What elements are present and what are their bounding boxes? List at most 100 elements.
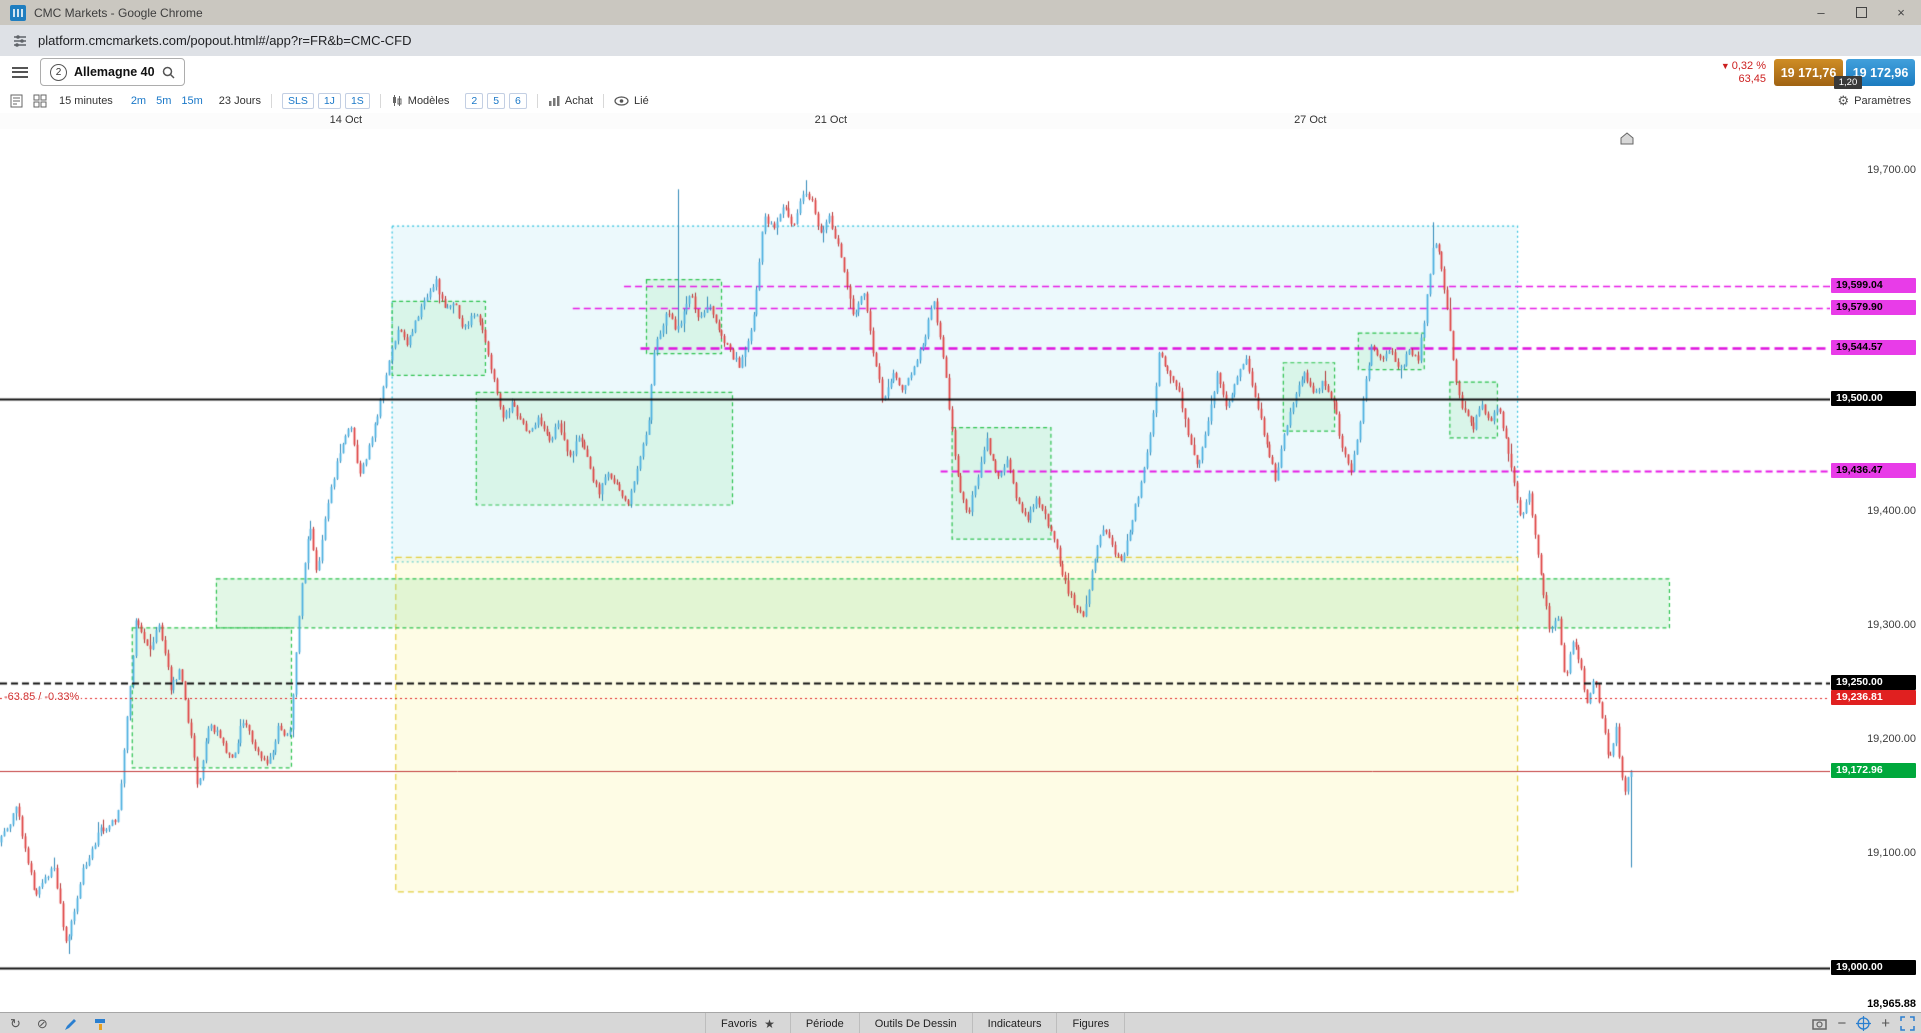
divider bbox=[536, 93, 538, 108]
settings-label: Paramètres bbox=[1854, 94, 1911, 107]
pencil-icon[interactable] bbox=[64, 1017, 78, 1031]
menu-icon[interactable] bbox=[12, 64, 28, 80]
date-tick-label: 21 Oct bbox=[814, 114, 848, 126]
date-tick-label: 14 Oct bbox=[329, 114, 363, 126]
model-slot-5[interactable]: 5 bbox=[487, 92, 506, 109]
candlestick-chart[interactable] bbox=[0, 129, 1830, 1012]
linked-button[interactable]: Lié bbox=[634, 95, 649, 107]
buy-mode-button[interactable]: Achat bbox=[565, 95, 593, 107]
tab-outils-label: Outils De Dessin bbox=[874, 1017, 957, 1030]
close-icon: × bbox=[1897, 5, 1905, 20]
chrome-window: CMC Markets - Google Chrome – × platform… bbox=[0, 0, 1921, 1033]
timeframe-5m[interactable]: 5m bbox=[156, 95, 171, 107]
price-line-label: 19,000.00 bbox=[1831, 959, 1916, 975]
star-icon: ★ bbox=[764, 1016, 775, 1031]
settings-button[interactable]: ⚙ Paramètres bbox=[1837, 94, 1911, 107]
price-line-label: 19,250.00 bbox=[1831, 675, 1916, 691]
url-text: platform.cmcmarkets.com/popout.html#/app… bbox=[38, 33, 412, 48]
timeframe-15m[interactable]: 15m bbox=[181, 95, 202, 107]
tab-indicateurs-label: Indicateurs bbox=[987, 1017, 1042, 1030]
window-titlebar: CMC Markets - Google Chrome – × bbox=[0, 0, 1921, 26]
timeframe-selector[interactable]: 15 minutes bbox=[59, 95, 113, 107]
price-tick: 19,100.00 bbox=[1867, 846, 1916, 859]
chart-area: 19,700.00 19,400.00 19,300.00 19,200.00 19,1… bbox=[0, 129, 1921, 1012]
price-line-label: 19,599.04 bbox=[1831, 277, 1916, 293]
tab-periode-label: Période bbox=[805, 1017, 844, 1030]
divider bbox=[270, 93, 272, 108]
timeframe-2m[interactable]: 2m bbox=[131, 95, 146, 107]
price-line-label: 19,172.96 bbox=[1831, 762, 1916, 778]
change-percent: 0,32 % bbox=[1731, 60, 1766, 72]
bottom-tab-bar: Favoris ★ Période Outils De Dessin Indic… bbox=[705, 1013, 1126, 1033]
crosshair-icon[interactable] bbox=[1856, 1016, 1872, 1031]
scale-button-1j[interactable]: 1J bbox=[317, 92, 341, 109]
columns-icon bbox=[548, 95, 560, 107]
session-change-label: -63.85 / -0.33% bbox=[2, 691, 82, 704]
window-title: CMC Markets - Google Chrome bbox=[34, 5, 203, 20]
home-icon[interactable] bbox=[1620, 132, 1634, 150]
layout-grid-icon[interactable] bbox=[33, 94, 47, 108]
screenshot-icon[interactable] bbox=[1812, 1017, 1828, 1030]
zoom-out-button[interactable]: − bbox=[1837, 1016, 1846, 1031]
cmc-favicon bbox=[10, 4, 26, 21]
price-line-label: 19,500.00 bbox=[1831, 390, 1916, 406]
format-painter-icon[interactable] bbox=[94, 1017, 108, 1031]
main-toolbar: 2 Allemagne 40 ▼ 0,32 % 63,45 19 171,76 1… bbox=[0, 56, 1921, 89]
refresh-icon[interactable]: ↻ bbox=[10, 1017, 21, 1030]
drawing-quick-tools: ↻ ⊘ bbox=[10, 1013, 108, 1033]
sell-button[interactable]: 19 171,76 bbox=[1774, 59, 1843, 86]
divider bbox=[379, 93, 381, 108]
instrument-name: Allemagne 40 bbox=[74, 65, 155, 79]
scale-button-sls[interactable]: SLS bbox=[281, 92, 314, 109]
close-button[interactable]: × bbox=[1881, 0, 1921, 25]
tab-count-badge: 2 bbox=[50, 63, 67, 81]
triangle-down-icon: ▼ bbox=[1720, 61, 1730, 71]
tab-figures[interactable]: Figures bbox=[1057, 1013, 1126, 1033]
tab-indicateurs[interactable]: Indicateurs bbox=[973, 1013, 1058, 1033]
tab-periode[interactable]: Période bbox=[791, 1013, 860, 1033]
spread-badge: 1,20 bbox=[1834, 76, 1862, 89]
search-icon[interactable] bbox=[162, 66, 175, 79]
chart-toolbar: 15 minutes 2m 5m 15m 23 Jours SLS 1J 1S … bbox=[0, 88, 1921, 114]
block-icon[interactable]: ⊘ bbox=[37, 1017, 48, 1030]
models-button[interactable]: Modèles bbox=[408, 95, 450, 107]
price-line-label: 19,236.81 bbox=[1831, 690, 1916, 706]
address-bar[interactable]: platform.cmcmarkets.com/popout.html#/app… bbox=[0, 25, 1921, 57]
model-slot-6[interactable]: 6 bbox=[509, 92, 527, 109]
price-line-label: 19,579.90 bbox=[1831, 299, 1916, 315]
restore-icon bbox=[1855, 7, 1867, 18]
window-controls: – × bbox=[1801, 0, 1921, 25]
restore-button[interactable] bbox=[1841, 0, 1881, 25]
minimize-icon: – bbox=[1817, 5, 1825, 20]
zoom-controls: − + bbox=[1812, 1013, 1915, 1033]
zoom-in-button[interactable]: + bbox=[1881, 1016, 1890, 1031]
quote-panel: ▼ 0,32 % 63,45 19 171,76 19 172,96 bbox=[1721, 59, 1915, 86]
session-low-label: 18,965.88 bbox=[1867, 998, 1916, 1011]
divider bbox=[603, 93, 605, 108]
price-tick: 19,700.00 bbox=[1867, 164, 1916, 177]
tab-favoris-label: Favoris bbox=[721, 1017, 758, 1030]
visible-period-label[interactable]: 23 Jours bbox=[219, 95, 261, 107]
date-tick-label: 27 Oct bbox=[1294, 114, 1327, 126]
price-change: ▼ 0,32 % 63,45 bbox=[1721, 60, 1766, 86]
tab-figures-label: Figures bbox=[1072, 1017, 1110, 1030]
models-icon bbox=[391, 94, 403, 107]
scale-button-1s[interactable]: 1S bbox=[344, 92, 370, 109]
bottom-toolbar: ↻ ⊘ Favoris ★ Période Outils De Dessin I… bbox=[0, 1012, 1921, 1033]
watchlist-icon[interactable] bbox=[10, 94, 23, 108]
instrument-tab[interactable]: 2 Allemagne 40 bbox=[40, 58, 185, 86]
minimize-button[interactable]: – bbox=[1801, 0, 1841, 25]
time-axis: 14 Oct 21 Oct 27 Oct bbox=[0, 113, 1921, 130]
price-tick: 19,200.00 bbox=[1867, 733, 1916, 746]
model-slot-2[interactable]: 2 bbox=[465, 92, 484, 109]
tab-outils-de-dessin[interactable]: Outils De Dessin bbox=[860, 1013, 973, 1033]
site-settings-icon[interactable] bbox=[12, 33, 28, 49]
price-line-label: 19,544.57 bbox=[1831, 339, 1916, 355]
price-tick: 19,300.00 bbox=[1867, 619, 1916, 632]
fit-screen-icon[interactable] bbox=[1900, 1016, 1915, 1031]
price-axis: 19,700.00 19,400.00 19,300.00 19,200.00 19,1… bbox=[1830, 129, 1921, 1012]
tab-favoris[interactable]: Favoris ★ bbox=[705, 1013, 791, 1033]
gear-icon: ⚙ bbox=[1837, 93, 1850, 108]
eye-icon bbox=[614, 95, 629, 106]
price-line-label: 19,436.47 bbox=[1831, 462, 1916, 478]
